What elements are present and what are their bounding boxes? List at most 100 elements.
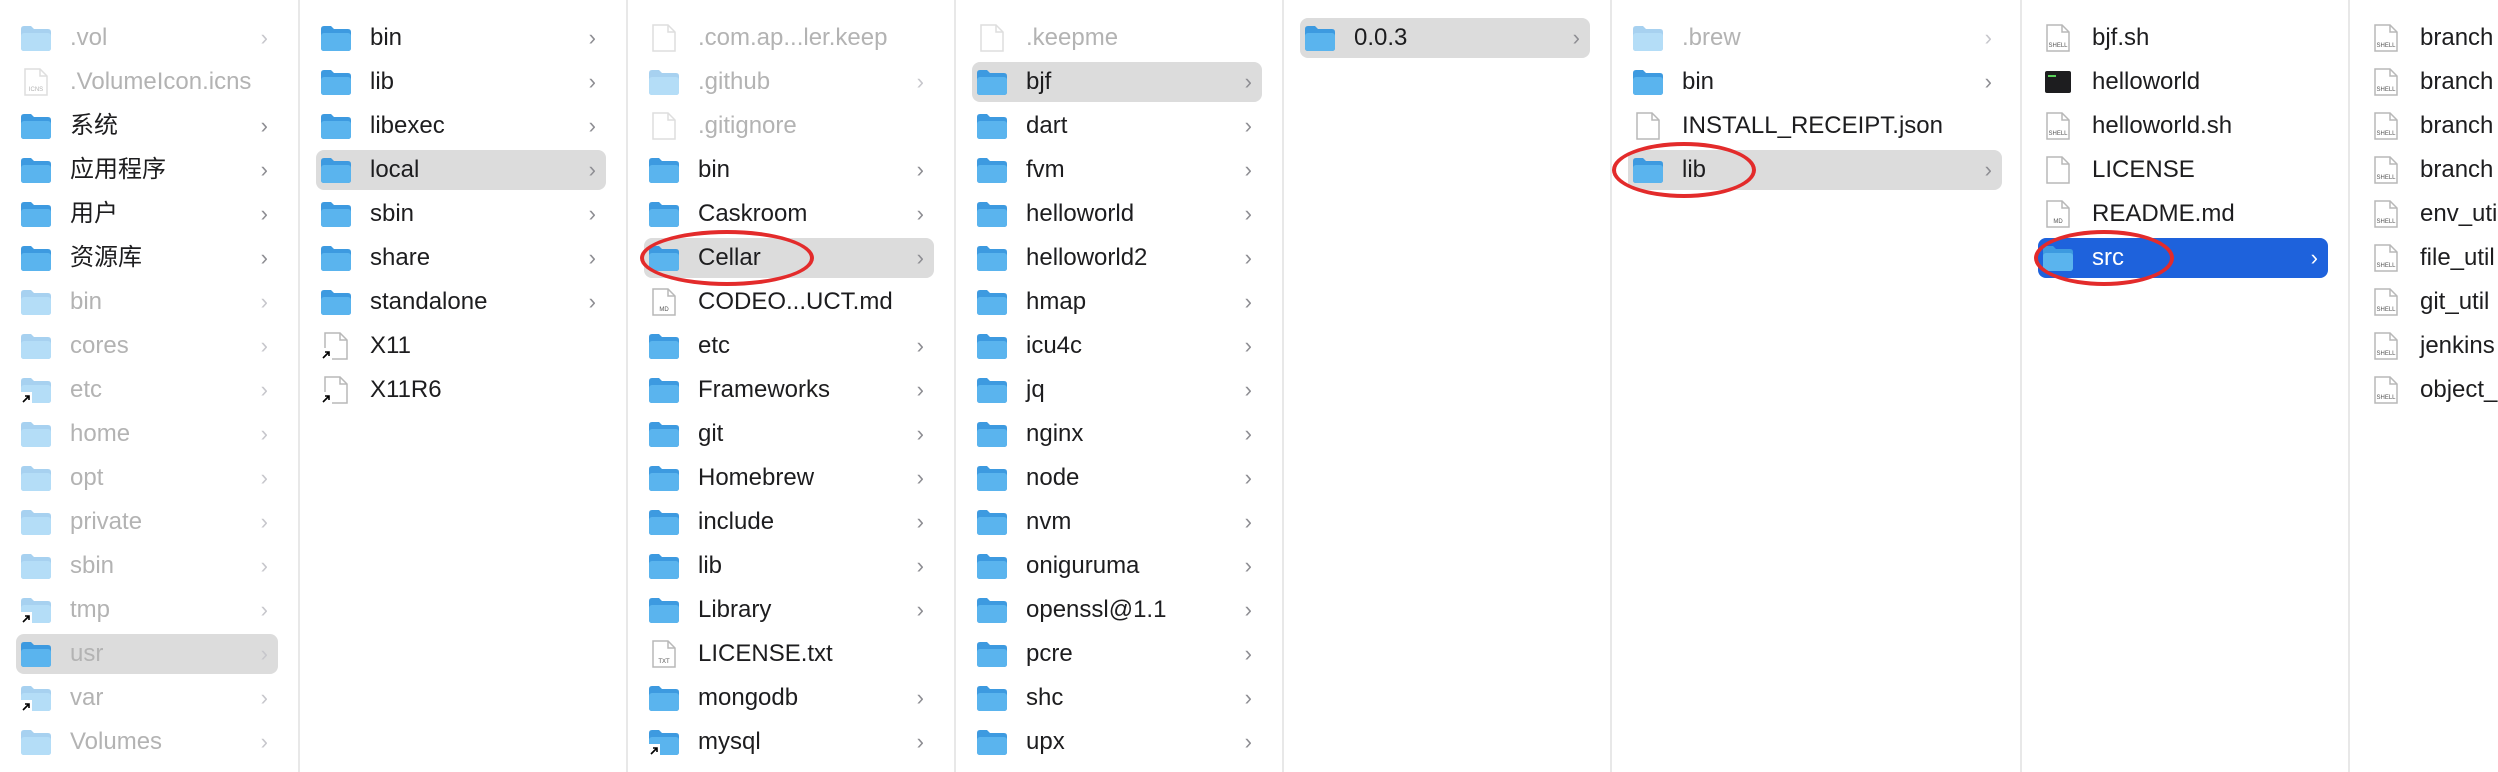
finder-item-branch[interactable]: SHELL branch xyxy=(2366,106,2494,146)
finder-item-upx[interactable]: upx › xyxy=(972,722,1262,762)
finder-item-lib[interactable]: lib › xyxy=(316,62,606,102)
finder-item-helloworld2[interactable]: helloworld2 › xyxy=(972,238,1262,278)
finder-item-local[interactable]: local › xyxy=(316,150,606,190)
finder-item-libexec[interactable]: libexec › xyxy=(316,106,606,146)
finder-item-label: usr xyxy=(70,640,104,667)
chevron-right-icon: › xyxy=(916,245,924,270)
finder-item-jq[interactable]: jq › xyxy=(972,370,1262,410)
finder-item-com-ap-ler-keep[interactable]: .com.ap...ler.keep xyxy=(644,18,934,58)
finder-item-helloworld[interactable]: helloworld › xyxy=(972,194,1262,234)
finder-item-helloworld[interactable]: helloworld xyxy=(2038,62,2328,102)
svg-text:SHELL: SHELL xyxy=(2376,87,2396,93)
finder-item-library[interactable]: Library › xyxy=(644,590,934,630)
finder-item-object[interactable]: SHELL object_ xyxy=(2366,370,2497,410)
finder-column-6[interactable]: .brew › bin › INSTALL_RECEIPT.json lib › xyxy=(1612,0,2022,772)
finder-item-install-receipt-json[interactable]: INSTALL_RECEIPT.json xyxy=(1628,106,2002,146)
finder-item-standalone[interactable]: standalone › xyxy=(316,282,606,322)
chevron-right-icon: › xyxy=(588,289,596,314)
finder-item-lib[interactable]: lib › xyxy=(644,546,934,586)
finder-item-var[interactable]: var › xyxy=(16,678,278,718)
finder-item-icu4c[interactable]: icu4c › xyxy=(972,326,1262,366)
finder-item-codeo-uct-md[interactable]: MD CODEO...UCT.md xyxy=(644,282,934,322)
finder-item-bjf[interactable]: bjf › xyxy=(972,62,1262,102)
finder-item-openssl-1-1[interactable]: openssl@1.1 › xyxy=(972,590,1262,630)
finder-item-[interactable]: 应用程序 › xyxy=(16,150,278,190)
finder-item-sbin[interactable]: sbin › xyxy=(316,194,606,234)
finder-item-[interactable]: 用户 › xyxy=(16,194,278,234)
finder-column-2[interactable]: bin › lib › libexec › local › sbin › share › s… xyxy=(300,0,628,772)
finder-item-dart[interactable]: dart › xyxy=(972,106,1262,146)
finder-item-src[interactable]: src › xyxy=(2038,238,2328,278)
finder-item-etc[interactable]: etc › xyxy=(644,326,934,366)
finder-item-nginx[interactable]: nginx › xyxy=(972,414,1262,454)
folder-icon xyxy=(20,376,52,404)
finder-item-branch[interactable]: SHELL branch xyxy=(2366,18,2494,58)
finder-item-cores[interactable]: cores › xyxy=(16,326,278,366)
finder-item-brew[interactable]: .brew › xyxy=(1628,18,2002,58)
chevron-right-icon: › xyxy=(916,421,924,446)
finder-item-hmap[interactable]: hmap › xyxy=(972,282,1262,322)
finder-item-gitignore[interactable]: .gitignore xyxy=(644,106,934,146)
finder-item-share[interactable]: share › xyxy=(316,238,606,278)
finder-item-env-uti[interactable]: SHELL env_uti xyxy=(2366,194,2497,234)
finder-item-bin[interactable]: bin › xyxy=(644,150,934,190)
finder-item-tmp[interactable]: tmp › xyxy=(16,590,278,630)
finder-item-x11r6[interactable]: X11R6 xyxy=(316,370,606,410)
finder-item-readme-md[interactable]: MD README.md xyxy=(2038,194,2328,234)
finder-item-nvm[interactable]: nvm › xyxy=(972,502,1262,542)
finder-column-7[interactable]: SHELL bjf.sh helloworld SHELL helloworld.sh… xyxy=(2022,0,2350,772)
finder-item-label: Cellar xyxy=(698,244,761,271)
chevron-right-icon: › xyxy=(916,377,924,402)
finder-item-git[interactable]: git › xyxy=(644,414,934,454)
finder-item-pcre[interactable]: pcre › xyxy=(972,634,1262,674)
finder-item-bin[interactable]: bin › xyxy=(1628,62,2002,102)
finder-item-bin[interactable]: bin › xyxy=(16,282,278,322)
finder-column-5[interactable]: 0.0.3 › xyxy=(1284,0,1612,772)
finder-item-volumes[interactable]: Volumes › xyxy=(16,722,278,762)
finder-item-license[interactable]: LICENSE xyxy=(2038,150,2328,190)
finder-item-fvm[interactable]: fvm › xyxy=(972,150,1262,190)
finder-item-x11[interactable]: X11 xyxy=(316,326,606,366)
finder-item-[interactable]: 系统 › xyxy=(16,106,278,146)
finder-item-license-txt[interactable]: TXT LICENSE.txt xyxy=(644,634,934,674)
finder-item-frameworks[interactable]: Frameworks › xyxy=(644,370,934,410)
finder-item-volumeicon-icns[interactable]: ICNS .VolumeIcon.icns xyxy=(16,62,278,102)
finder-item-homebrew[interactable]: Homebrew › xyxy=(644,458,934,498)
finder-item-cellar[interactable]: Cellar › xyxy=(644,238,934,278)
finder-item-include[interactable]: include › xyxy=(644,502,934,542)
finder-item-opt[interactable]: opt › xyxy=(16,458,278,498)
finder-item-branch[interactable]: SHELL branch xyxy=(2366,62,2494,102)
finder-item-jenkins[interactable]: SHELL jenkins xyxy=(2366,326,2495,366)
finder-item-keepme[interactable]: .keepme xyxy=(972,18,1262,58)
finder-item-usr[interactable]: usr › xyxy=(16,634,278,674)
finder-item-home[interactable]: home › xyxy=(16,414,278,454)
finder-column-8[interactable]: SHELL branch SHELL branch SHELL branch SHEL… xyxy=(2350,0,2498,772)
finder-item-label: git xyxy=(698,420,724,447)
finder-item-oniguruma[interactable]: oniguruma › xyxy=(972,546,1262,586)
finder-item-branch[interactable]: SHELL branch xyxy=(2366,150,2494,190)
finder-item-mongodb[interactable]: mongodb › xyxy=(644,678,934,718)
finder-item-vol[interactable]: .vol › xyxy=(16,18,278,58)
finder-item-sbin[interactable]: sbin › xyxy=(16,546,278,586)
finder-item-bin[interactable]: bin › xyxy=(316,18,606,58)
finder-item-caskroom[interactable]: Caskroom › xyxy=(644,194,934,234)
finder-item-github[interactable]: .github › xyxy=(644,62,934,102)
finder-item-mysql[interactable]: mysql › xyxy=(644,722,934,762)
folder-icon xyxy=(648,244,680,272)
finder-item-[interactable]: 资源库 › xyxy=(16,238,278,278)
finder-item-helloworld-sh[interactable]: SHELL helloworld.sh xyxy=(2038,106,2328,146)
file-icon: SHELL xyxy=(2370,24,2402,52)
finder-item-private[interactable]: private › xyxy=(16,502,278,542)
finder-item-lib[interactable]: lib › xyxy=(1628,150,2002,190)
finder-item-0-0-3[interactable]: 0.0.3 › xyxy=(1300,18,1590,58)
finder-item-node[interactable]: node › xyxy=(972,458,1262,498)
finder-column-3[interactable]: .com.ap...ler.keep .github › .gitignore b… xyxy=(628,0,956,772)
finder-item-etc[interactable]: etc › xyxy=(16,370,278,410)
finder-column-1[interactable]: .vol › ICNS .VolumeIcon.icns 系统 › 应用程序 › 用户 ›… xyxy=(0,0,300,772)
finder-item-label: branch xyxy=(2420,24,2494,51)
finder-item-file-util[interactable]: SHELL file_util xyxy=(2366,238,2495,278)
finder-item-bjf-sh[interactable]: SHELL bjf.sh xyxy=(2038,18,2328,58)
finder-item-shc[interactable]: shc › xyxy=(972,678,1262,718)
finder-item-git-util[interactable]: SHELL git_util xyxy=(2366,282,2494,322)
finder-column-4[interactable]: .keepme bjf › dart › fvm › helloworld › hell… xyxy=(956,0,1284,772)
